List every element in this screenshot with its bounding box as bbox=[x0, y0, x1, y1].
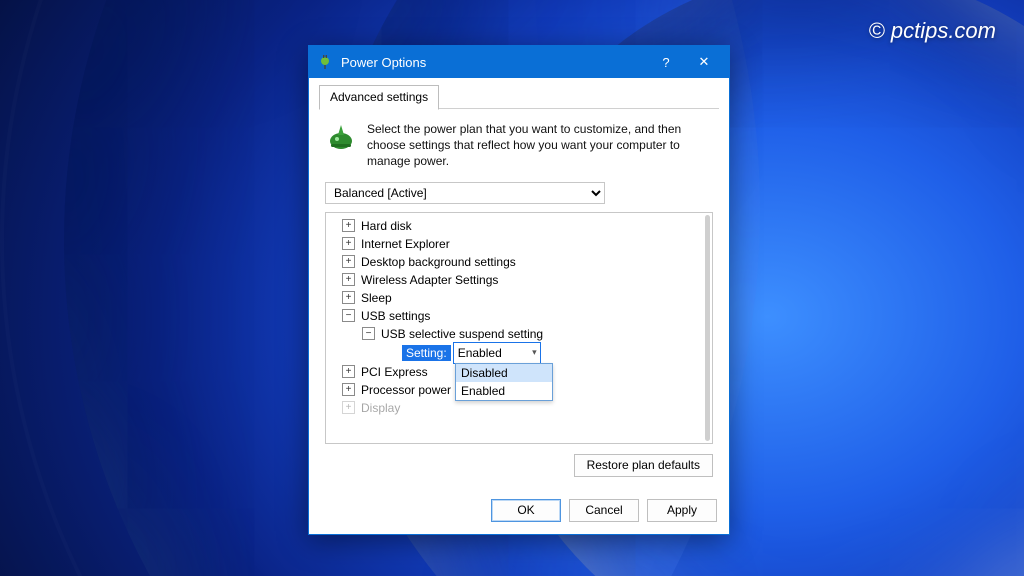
help-icon: ? bbox=[662, 55, 669, 70]
cancel-button[interactable]: Cancel bbox=[569, 499, 639, 522]
ok-button[interactable]: OK bbox=[491, 499, 561, 522]
setting-row: Setting: Enabled ▾ bbox=[332, 343, 702, 363]
collapse-icon[interactable] bbox=[342, 309, 355, 322]
expand-icon[interactable] bbox=[342, 383, 355, 396]
tree-label: Internet Explorer bbox=[361, 237, 450, 251]
close-icon: ✕ bbox=[699, 54, 710, 70]
tree-node-display[interactable]: Display bbox=[332, 399, 702, 417]
power-plug-icon bbox=[317, 54, 333, 70]
dropdown-option-disabled[interactable]: Disabled bbox=[456, 364, 552, 382]
tree-label: Hard disk bbox=[361, 219, 412, 233]
power-options-icon bbox=[325, 121, 357, 153]
chevron-down-icon: ▾ bbox=[532, 347, 537, 358]
tree-label: Sleep bbox=[361, 291, 392, 305]
tab-advanced-settings[interactable]: Advanced settings bbox=[319, 85, 439, 110]
tree-label: Display bbox=[361, 401, 400, 415]
setting-value-select[interactable]: Enabled ▾ bbox=[453, 342, 541, 364]
tree-label: USB settings bbox=[361, 309, 430, 323]
tab-strip: Advanced settings bbox=[319, 84, 719, 109]
desktop-wallpaper: © pctips.com Power Options ? ✕ Advanced … bbox=[0, 0, 1024, 576]
tree-label: Wireless Adapter Settings bbox=[361, 273, 498, 287]
expand-icon[interactable] bbox=[342, 255, 355, 268]
close-button[interactable]: ✕ bbox=[685, 48, 723, 76]
tree-node-usb-selective-suspend[interactable]: USB selective suspend setting bbox=[332, 325, 702, 343]
help-button[interactable]: ? bbox=[647, 48, 685, 76]
expand-icon[interactable] bbox=[342, 237, 355, 250]
titlebar[interactable]: Power Options ? ✕ bbox=[309, 46, 729, 78]
setting-value-text: Enabled bbox=[458, 346, 502, 360]
tree-node-hard-disk[interactable]: Hard disk bbox=[332, 217, 702, 235]
expand-icon[interactable] bbox=[342, 401, 355, 414]
tree-node-desktop-background[interactable]: Desktop background settings bbox=[332, 253, 702, 271]
dropdown-option-enabled[interactable]: Enabled bbox=[456, 382, 552, 400]
tree-node-usb-settings[interactable]: USB settings bbox=[332, 307, 702, 325]
tree-label: USB selective suspend setting bbox=[381, 327, 543, 341]
tree-label: PCI Express bbox=[361, 365, 428, 379]
dialog-button-row: OK Cancel Apply bbox=[309, 487, 729, 534]
expand-icon[interactable] bbox=[342, 273, 355, 286]
collapse-icon[interactable] bbox=[362, 327, 375, 340]
settings-tree[interactable]: Hard disk Internet Explorer Desktop back… bbox=[325, 212, 713, 444]
power-options-dialog: Power Options ? ✕ Advanced settings Sele… bbox=[308, 45, 730, 535]
tree-scrollbar[interactable] bbox=[705, 215, 710, 441]
apply-button[interactable]: Apply bbox=[647, 499, 717, 522]
tree-node-sleep[interactable]: Sleep bbox=[332, 289, 702, 307]
setting-label: Setting: bbox=[402, 345, 451, 361]
tree-node-internet-explorer[interactable]: Internet Explorer bbox=[332, 235, 702, 253]
window-title: Power Options bbox=[341, 55, 647, 70]
setting-dropdown-list[interactable]: Disabled Enabled bbox=[455, 363, 553, 401]
power-plan-select[interactable]: Balanced [Active] bbox=[325, 182, 605, 204]
dialog-description: Select the power plan that you want to c… bbox=[367, 121, 713, 170]
expand-icon[interactable] bbox=[342, 219, 355, 232]
expand-icon[interactable] bbox=[342, 291, 355, 304]
restore-defaults-button[interactable]: Restore plan defaults bbox=[574, 454, 713, 477]
tree-node-wireless-adapter[interactable]: Wireless Adapter Settings bbox=[332, 271, 702, 289]
watermark-text: © pctips.com bbox=[869, 18, 996, 44]
expand-icon[interactable] bbox=[342, 365, 355, 378]
tree-label: Desktop background settings bbox=[361, 255, 516, 269]
